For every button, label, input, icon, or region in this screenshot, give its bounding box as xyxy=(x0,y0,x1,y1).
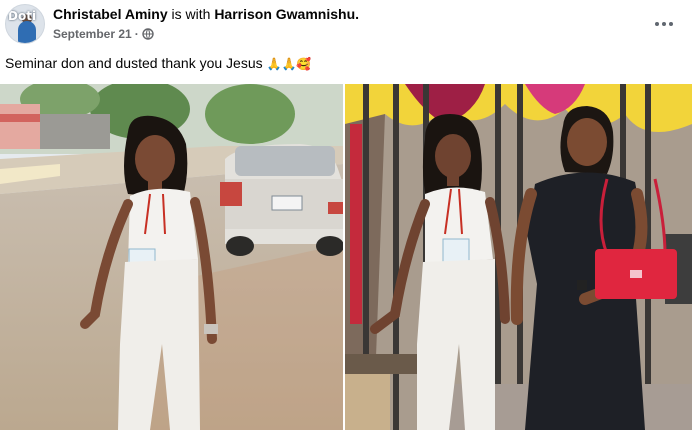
pray-emoji-2: 🙏 xyxy=(281,57,297,71)
photo-woman-street[interactable] xyxy=(0,84,343,430)
post-meta: September 21 · xyxy=(53,27,154,41)
tagged-name[interactable]: Harrison Gwamnishu. xyxy=(214,6,359,22)
post-caption: Seminar don and dusted thank you Jesus 🙏… xyxy=(5,55,311,71)
more-dot xyxy=(669,22,673,26)
photo-two-women-gate[interactable] xyxy=(345,84,692,430)
avatar[interactable]: Doti xyxy=(5,4,45,44)
pray-emoji-1: 🙏 xyxy=(266,57,282,71)
more-options-button[interactable] xyxy=(650,10,678,38)
more-dot xyxy=(662,22,666,26)
author-name[interactable]: Christabel Aminy xyxy=(53,6,168,22)
author-line: Christabel Aminy is with Harrison Gwamni… xyxy=(53,6,359,22)
post-header: Doti Christabel Aminy is with Harrison G… xyxy=(0,0,692,48)
avatar-figure-shape xyxy=(18,21,36,43)
with-text: is with xyxy=(171,6,211,22)
photo-two-women-gate-image xyxy=(345,84,692,430)
more-dot xyxy=(655,22,659,26)
meta-separator: · xyxy=(134,27,139,41)
globe-icon[interactable] xyxy=(142,28,154,40)
avatar-text: Doti xyxy=(8,9,37,23)
smiling-hearts-emoji: 🥰 xyxy=(296,57,312,71)
post-date[interactable]: September 21 xyxy=(53,27,132,41)
caption-text: Seminar don and dusted thank you Jesus xyxy=(5,55,263,71)
photo-woman-street-image xyxy=(0,84,343,430)
